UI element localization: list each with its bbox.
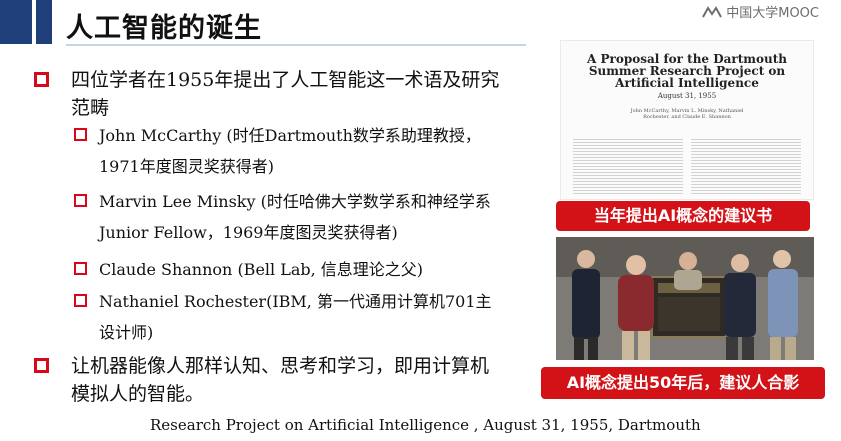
proposal-authors: John McCarthy, Marvin L. Minsky, Nathani… xyxy=(630,108,744,120)
sub-bullet-mccarthy: John McCarthy (时任Dartmouth数学系助理教授，1971年度… xyxy=(74,120,504,182)
proposal-date: August 31, 1955 xyxy=(657,92,717,100)
mooc-logo-icon xyxy=(702,5,723,19)
proposal-body-text xyxy=(573,139,801,195)
sub-bullet-text: Marvin Lee Minsky (时任哈佛大学数学系和神经学系Junior … xyxy=(99,192,491,242)
sub-bullet-marker-icon xyxy=(74,294,87,307)
proposal-column xyxy=(573,139,683,195)
sub-bullet-text: John McCarthy (时任Dartmouth数学系助理教授，1971年度… xyxy=(99,126,481,176)
title-divider xyxy=(66,44,526,46)
bullet-scholars: 四位学者在1955年提出了人工智能这一术语及研究范畴 xyxy=(34,66,504,122)
mooc-logo-text: 中国大学MOOC xyxy=(726,6,819,21)
bullet-ai-definition: 让机器能像人那样认知、思考和学习，即用计算机模拟人的智能。 xyxy=(34,352,504,408)
sub-bullet-minsky: Marvin Lee Minsky (时任哈佛大学数学系和神经学系Junior … xyxy=(74,186,504,248)
proposal-document-image: A Proposal for the Dartmouth Summer Rese… xyxy=(560,40,814,200)
photo-label: AI概念提出50年后，建议人合影 xyxy=(541,367,825,399)
bullet-marker-icon xyxy=(34,358,49,373)
sub-bullet-rochester: Nathaniel Rochester(IBM, 第一代通用计算机701主设计师… xyxy=(74,286,504,348)
bullet-text: 让机器能像人那样认知、思考和学习，即用计算机模拟人的智能。 xyxy=(71,355,490,405)
sub-bullet-text: Claude Shannon (Bell Lab, 信息理论之父) xyxy=(99,260,424,279)
title-bar-accent-secondary xyxy=(36,0,52,44)
mooc-logo: 中国大学MOOC xyxy=(702,2,819,21)
proposal-title: A Proposal for the Dartmouth Summer Rese… xyxy=(587,52,787,90)
founders-group-photo xyxy=(556,237,814,360)
slide-title: 人工智能的诞生 xyxy=(66,13,262,44)
sub-bullet-marker-icon xyxy=(74,262,87,275)
sub-bullet-marker-icon xyxy=(74,194,87,207)
proposal-label: 当年提出AI概念的建议书 xyxy=(556,201,810,231)
sub-bullet-text: Nathaniel Rochester(IBM, 第一代通用计算机701主设计师… xyxy=(99,292,492,342)
proposal-column xyxy=(691,139,801,195)
slide-caption: Research Project on Artificial Intellige… xyxy=(150,416,701,434)
bullet-text: 四位学者在1955年提出了人工智能这一术语及研究范畴 xyxy=(71,69,500,119)
bullet-marker-icon xyxy=(34,72,49,87)
sub-bullet-shannon: Claude Shannon (Bell Lab, 信息理论之父) xyxy=(74,254,504,285)
title-bar-accent xyxy=(0,0,32,44)
sub-bullet-marker-icon xyxy=(74,128,87,141)
